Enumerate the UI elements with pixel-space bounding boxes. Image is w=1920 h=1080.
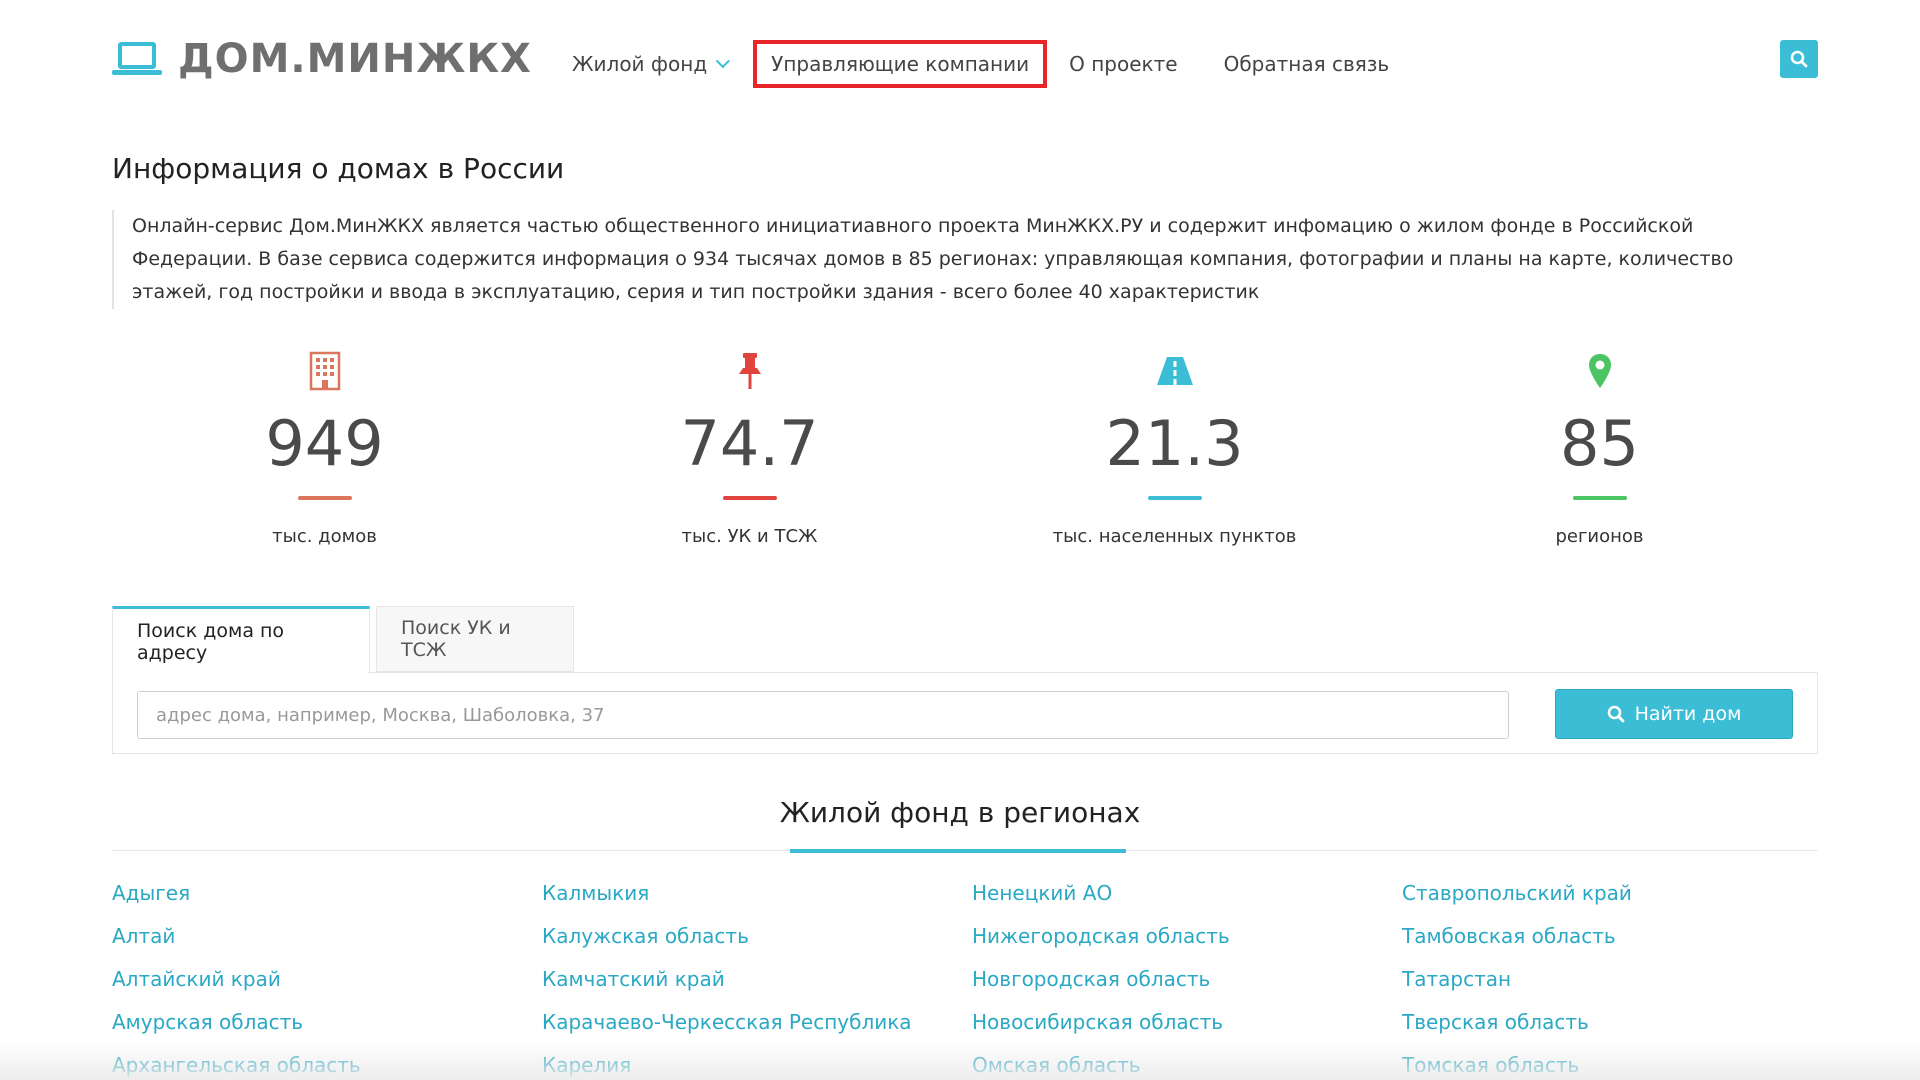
region-link[interactable]: Камчатский край [542, 958, 972, 1001]
stat-label: регионов [1555, 526, 1644, 547]
search-icon [1790, 50, 1808, 68]
region-column: Ставропольский край Тамбовская область Т… [1402, 872, 1832, 1080]
nav-item-label: Жилой фонд [572, 52, 708, 76]
map-marker-icon [1587, 350, 1613, 392]
tab-company-search[interactable]: Поиск УК и ТСЖ [376, 606, 574, 672]
nav-item-label: Управляющие компании [771, 52, 1030, 76]
region-link[interactable]: Калмыкия [542, 872, 972, 915]
region-column: Адыгея Алтай Алтайский край Амурская обл… [112, 872, 542, 1080]
stat-underline [1147, 496, 1202, 500]
stats-row: 949 тыс. домов 74.7 тыс. УК и ТСЖ 21.3 т… [112, 350, 1812, 547]
region-link[interactable]: Архангельская область [112, 1044, 542, 1080]
stat-value: 85 [1560, 407, 1639, 480]
chevron-down-icon [715, 54, 731, 69]
find-house-label: Найти дом [1634, 703, 1742, 725]
regions-title-underline [790, 849, 1126, 853]
intro-text: Онлайн-сервис Дом.МинЖКХ является частью… [112, 210, 1812, 309]
region-link[interactable]: Карелия [542, 1044, 972, 1080]
region-link[interactable]: Омская область [972, 1044, 1402, 1080]
region-link[interactable]: Ставропольский край [1402, 872, 1832, 915]
nav-item-feedback[interactable]: Обратная связь [1224, 52, 1390, 76]
region-link[interactable]: Новгородская область [972, 958, 1402, 1001]
region-link[interactable]: Калужская область [542, 915, 972, 958]
header-search-button[interactable] [1780, 40, 1818, 78]
stat-label: тыс. УК и ТСЖ [681, 526, 818, 547]
region-link[interactable]: Томская область [1402, 1044, 1832, 1080]
stat-settlements: 21.3 тыс. населенных пунктов [962, 350, 1387, 547]
nav-item-about[interactable]: О проекте [1069, 52, 1177, 76]
nav-item-label: Обратная связь [1223, 52, 1390, 76]
stat-value: 74.7 [680, 407, 819, 480]
stat-value: 949 [265, 407, 384, 480]
pushpin-icon [736, 350, 764, 392]
road-icon [1155, 350, 1195, 392]
stat-label: тыс. населенных пунктов [1052, 526, 1297, 547]
region-link[interactable]: Алтай [112, 915, 542, 958]
site-header: ДОМ.МИНЖКХ Жилой фонд Управляющие компан… [0, 0, 1920, 120]
logo-text: ДОМ.МИНЖКХ [178, 36, 532, 82]
page-title: Информация о домах в России [112, 152, 565, 185]
stat-underline [722, 496, 777, 500]
address-search-input[interactable] [137, 691, 1509, 739]
regions-grid: Адыгея Алтай Алтайский край Амурская обл… [112, 872, 1832, 1080]
tab-address-search[interactable]: Поиск дома по адресу [112, 606, 370, 674]
stat-management-companies: 74.7 тыс. УК и ТСЖ [537, 350, 962, 547]
region-link[interactable]: Тверская область [1402, 1001, 1832, 1044]
region-link[interactable]: Тамбовская область [1402, 915, 1832, 958]
laptop-icon [112, 40, 162, 78]
region-link[interactable]: Амурская область [112, 1001, 542, 1044]
regions-title: Жилой фонд в регионах [779, 796, 1141, 829]
nav-item-housing-stock[interactable]: Жилой фонд [572, 52, 731, 76]
region-link[interactable]: Карачаево-Черкесская Республика [542, 1001, 972, 1044]
stat-label: тыс. домов [272, 526, 377, 547]
nav-item-management-companies[interactable]: Управляющие компании [753, 40, 1048, 88]
nav-item-label: О проекте [1069, 52, 1178, 76]
search-panel: Найти дом [112, 672, 1818, 754]
region-link[interactable]: Новосибирская область [972, 1001, 1402, 1044]
stat-underline [1572, 496, 1627, 500]
stat-value: 21.3 [1105, 407, 1244, 480]
stat-regions: 85 регионов [1387, 350, 1812, 547]
region-link[interactable]: Ненецкий АО [972, 872, 1402, 915]
main-nav: Жилой фонд Управляющие компании О проект… [572, 40, 1435, 88]
site-logo[interactable]: ДОМ.МИНЖКХ [112, 36, 532, 82]
search-tabs: Поиск дома по адресу Поиск УК и ТСЖ [112, 606, 574, 674]
region-link[interactable]: Татарстан [1402, 958, 1832, 1001]
find-house-button[interactable]: Найти дом [1555, 689, 1793, 739]
stat-houses: 949 тыс. домов [112, 350, 537, 547]
region-link[interactable]: Адыгея [112, 872, 542, 915]
region-link[interactable]: Нижегородская область [972, 915, 1402, 958]
stat-underline [297, 496, 352, 500]
region-column: Калмыкия Калужская область Камчатский кр… [542, 872, 972, 1080]
region-link[interactable]: Алтайский край [112, 958, 542, 1001]
building-icon [309, 350, 341, 392]
region-column: Ненецкий АО Нижегородская область Новгор… [972, 872, 1402, 1080]
search-icon [1607, 705, 1624, 723]
